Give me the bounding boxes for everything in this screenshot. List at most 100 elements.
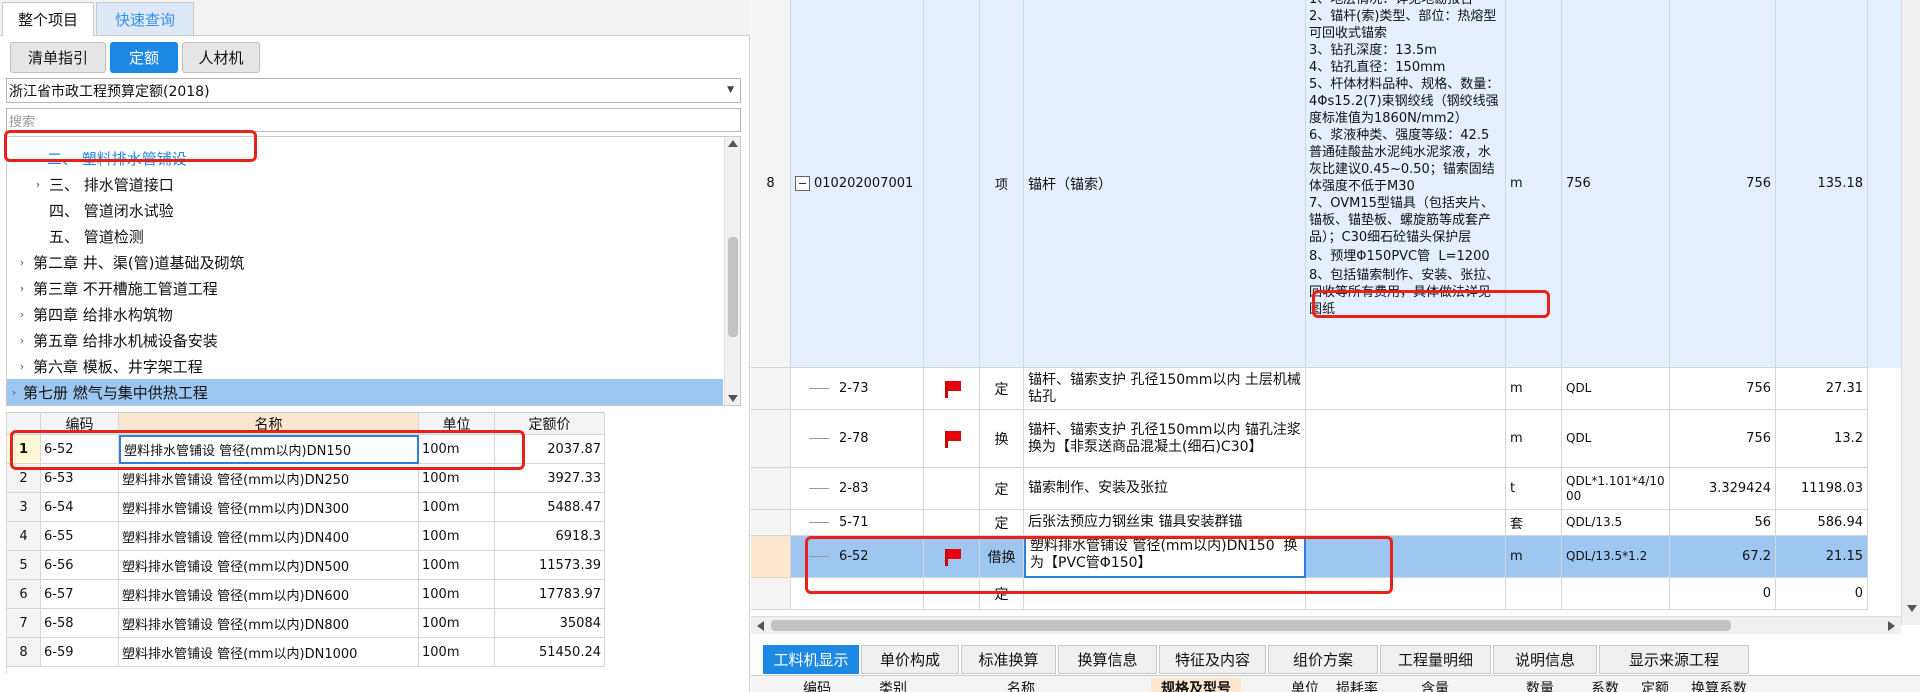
sub-row-price: 27.31: [1776, 368, 1868, 410]
quota-library-select[interactable]: 浙江省市政工程预算定额(2018) ▼: [6, 78, 741, 103]
tree-line: [809, 388, 829, 389]
row-number: [751, 536, 791, 578]
flag-cell: [924, 536, 980, 578]
tree-scrollbar[interactable]: [724, 137, 740, 405]
sub-row-qty-expr: QDL/13.5*1.2: [1562, 536, 1670, 578]
tree-item[interactable]: › 第四章 给排水构筑物: [15, 301, 173, 327]
tree-line: [809, 593, 829, 594]
tree-item[interactable]: 二、 塑料排水管铺设: [47, 145, 187, 171]
red-flag-icon: [943, 548, 961, 566]
sub-row-qty-expr: QDL: [1562, 410, 1670, 468]
sub-row-features: [1306, 468, 1506, 510]
bottom-tab[interactable]: 组价方案: [1268, 645, 1378, 674]
quota-row-index: 1: [7, 435, 41, 464]
chevron-right-icon[interactable]: ›: [15, 282, 29, 295]
scroll-down-icon[interactable]: [1907, 605, 1917, 612]
flag-cell: [924, 510, 980, 536]
quota-row-name: 塑料排水管铺设 管径(mm以内)DN1000: [119, 638, 419, 667]
tab-quick-query[interactable]: 快速查询: [96, 2, 194, 36]
table-header-idx: [7, 413, 41, 435]
tab-whole-project[interactable]: 整个项目: [2, 2, 94, 36]
chevron-right-icon[interactable]: ›: [15, 256, 29, 269]
row-number: [751, 510, 791, 536]
feature-line: 8、包括锚索制作、安装、张拉、回收等所有费用，具体做法详见图纸: [1309, 268, 1500, 317]
sub-row-code-text: 2-78: [839, 431, 869, 446]
feature-line: 5、杆体材料品种、规格、数量：4Φs15.2(7)束钢绞线（钢绞线强度标准值为1…: [1309, 77, 1500, 126]
scrollbar-thumb[interactable]: [728, 237, 738, 337]
quota-row-name: 塑料排水管铺设 管径(mm以内)DN600: [119, 580, 419, 609]
quota-row-name: 塑料排水管铺设 管径(mm以内)DN500: [119, 551, 419, 580]
sub-row-price: 586.94: [1776, 510, 1868, 536]
sub-row-code-text: 5-71: [839, 515, 869, 530]
main-grid-hscrollbar[interactable]: [751, 616, 1901, 634]
row-number: 8: [751, 0, 791, 368]
chevron-right-icon[interactable]: ›: [7, 386, 21, 399]
feature-line-highlight: 8、预埋Φ150PVC管 L=1200: [1309, 249, 1490, 264]
search-input[interactable]: 搜索: [6, 108, 741, 132]
tab-quota[interactable]: 定额: [110, 42, 178, 73]
bottom-tab[interactable]: 说明信息: [1493, 645, 1597, 674]
chapter-tree: 二、 塑料排水管铺设 › 三、 排水管道接口 四、 管道闭水试验 五、 管道检测…: [6, 136, 741, 406]
tree-item[interactable]: › 第二章 井、渠(管)道基础及砌筑: [15, 249, 245, 275]
table-header-price: 定额价: [495, 413, 605, 435]
quota-row-index: 3: [7, 493, 41, 522]
bottom-tab[interactable]: 工程量明细: [1380, 645, 1491, 674]
chevron-right-icon[interactable]: ›: [15, 334, 29, 347]
quota-row-price: 5488.47: [495, 493, 605, 522]
tree-item[interactable]: › 三、 排水管道接口: [31, 171, 174, 197]
main-item-code-cell: − 010202007001: [791, 0, 924, 368]
quota-row-code: 6-59: [41, 638, 119, 667]
sub-row-type: 换: [980, 410, 1024, 468]
tree-line: [809, 438, 829, 439]
quota-row-price: 11573.39: [495, 551, 605, 580]
quota-row-code: 6-55: [41, 522, 119, 551]
sub-row-name: 锚索制作、安装及张拉: [1024, 468, 1306, 510]
tree-line: [809, 488, 829, 489]
tree-item[interactable]: › 第五章 给排水机械设备安装: [15, 327, 218, 353]
sub-row-name: 塑料排水管铺设 管径(mm以内)DN150 换为【PVC管Φ150】: [1024, 536, 1306, 578]
tree-line: [809, 522, 829, 523]
main-grid-vscrollbar[interactable]: [1901, 0, 1920, 625]
quota-row-name: 塑料排水管铺设 管径(mm以内)DN400: [119, 522, 419, 551]
bottom-tab[interactable]: 特征及内容: [1159, 645, 1266, 674]
chevron-right-icon[interactable]: ›: [15, 308, 29, 321]
sub-row-features: [1306, 410, 1506, 468]
bottom-tab[interactable]: 工料机显示: [763, 645, 859, 674]
tab-list-guide[interactable]: 清单指引: [10, 42, 106, 73]
hscrollbar-thumb[interactable]: [771, 620, 1731, 631]
scroll-down-icon[interactable]: [728, 395, 738, 402]
quota-row-index: 5: [7, 551, 41, 580]
scroll-up-icon[interactable]: [728, 140, 738, 147]
scroll-right-icon[interactable]: [1888, 621, 1895, 631]
tree-item[interactable]: › 第三章 不开槽施工管道工程: [15, 275, 218, 301]
chevron-right-icon[interactable]: ›: [31, 178, 45, 191]
sub-row-unit: m: [1506, 368, 1562, 410]
tree-item-selected[interactable]: › 第七册 燃气与集中供热工程: [7, 379, 723, 405]
tree-item[interactable]: 四、 管道闭水试验: [49, 197, 174, 223]
tree-item[interactable]: 五、 管道检测: [49, 223, 144, 249]
tree-item[interactable]: › 第六章 模板、井字架工程: [15, 353, 203, 379]
quota-row-code: 6-53: [41, 464, 119, 493]
bottom-tab[interactable]: 换算信息: [1058, 645, 1157, 674]
quota-row-index: 4: [7, 522, 41, 551]
collapse-icon[interactable]: −: [795, 176, 810, 191]
quota-row-code: 6-52: [41, 435, 119, 464]
quota-row-unit: 100m: [419, 493, 495, 522]
bottom-tab[interactable]: 显示来源工程: [1599, 645, 1749, 674]
sub-row-features: [1306, 578, 1506, 610]
quota-library-value: 浙江省市政工程预算定额(2018): [9, 83, 210, 100]
tab-labor-material-machine[interactable]: 人材机: [182, 42, 260, 73]
bottom-tab[interactable]: 单价构成: [861, 645, 959, 674]
scroll-left-icon[interactable]: [757, 621, 764, 631]
quota-row-name: 塑料排水管铺设 管径(mm以内)DN800: [119, 609, 419, 638]
bottom-tab[interactable]: 标准换算: [961, 645, 1056, 674]
quota-row-code: 6-54: [41, 493, 119, 522]
feature-line: 2、锚杆(索)类型、部位：热熔型可回收式锚索: [1309, 9, 1497, 41]
sub-row-qty-expr: QDL*1.101*4/1000: [1562, 468, 1670, 510]
chevron-right-icon[interactable]: ›: [15, 360, 29, 373]
sub-row-name: 锚杆、锚索支护 孔径150mm以内 土层机械钻孔: [1024, 368, 1306, 410]
bottom-header-cell: 数量: [1526, 681, 1554, 692]
left-panel: 整个项目 快速查询 清单指引 定额 人材机 浙江省市政工程预算定额(2018) …: [0, 0, 750, 692]
quota-row-name: 塑料排水管铺设 管径(mm以内)DN150: [119, 435, 419, 464]
bottom-header-cell: 名称: [1007, 681, 1035, 692]
